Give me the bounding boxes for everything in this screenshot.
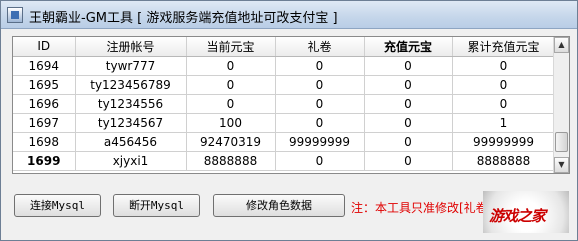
table-row[interactable]: 1698 a456456 92470319 99999999 0 9999999… [13,132,556,152]
cell-total-recharge[interactable]: 0 [452,56,556,76]
cell-recharge-yuanbao[interactable]: 0 [364,113,453,133]
app-icon [7,7,23,23]
window-title: 王朝霸业-GM工具 [ 游戏服务端充值地址可改支付宝 ] [29,11,338,26]
column-header-recharge-yuanbao[interactable]: 充值元宝 [364,37,453,57]
cell-total-recharge[interactable]: 8888888 [452,151,556,171]
cell-current-yuanbao[interactable]: 0 [186,94,276,114]
cell-current-yuanbao[interactable]: 100 [186,113,276,133]
cell-recharge-yuanbao[interactable]: 0 [364,56,453,76]
cell-gift-voucher[interactable]: 0 [275,75,365,95]
table-row[interactable]: 1696 ty1234556 0 0 0 0 [13,94,556,114]
column-header-total-recharge[interactable]: 累计充值元宝 [452,37,556,57]
cell-account[interactable]: ty1234567 [75,113,187,133]
cell-id[interactable]: 1699 [13,151,76,171]
cell-total-recharge[interactable]: 1 [452,113,556,133]
cell-gift-voucher[interactable]: 0 [275,113,365,133]
cell-gift-voucher[interactable]: 99999999 [275,132,365,152]
cell-id[interactable]: 1697 [13,113,76,133]
watermark-logo-text: 游戏之家 [489,207,546,225]
cell-id[interactable]: 1698 [13,132,76,152]
cell-gift-voucher[interactable]: 0 [275,56,365,76]
column-header-current-yuanbao[interactable]: 当前元宝 [186,37,276,57]
scroll-up-arrow-icon[interactable]: ▲ [554,37,569,53]
player-data-grid[interactable]: ID 注册帐号 当前元宝 礼卷 充值元宝 累计充值元宝 1694 tywr777… [12,36,570,174]
table-header-row: ID 注册帐号 当前元宝 礼卷 充值元宝 累计充值元宝 [13,37,556,57]
cell-recharge-yuanbao[interactable]: 0 [364,151,453,171]
cell-total-recharge[interactable]: 99999999 [452,132,556,152]
modify-character-data-button[interactable]: 修改角色数据 [213,194,345,217]
cell-current-yuanbao[interactable]: 8888888 [186,151,276,171]
cell-total-recharge[interactable]: 0 [452,75,556,95]
table-row[interactable]: 1694 tywr777 0 0 0 0 [13,56,556,76]
cell-account[interactable]: a456456 [75,132,187,152]
player-table: ID 注册帐号 当前元宝 礼卷 充值元宝 累计充值元宝 1694 tywr777… [13,37,556,171]
notice-text: 注：本工具只准修改[礼卷 [351,201,488,215]
table-row[interactable]: 1697 ty1234567 100 0 0 1 [13,113,556,133]
column-header-account[interactable]: 注册帐号 [75,37,187,57]
cell-current-yuanbao[interactable]: 0 [186,56,276,76]
cell-id[interactable]: 1695 [13,75,76,95]
table-row[interactable]: 1695 ty123456789 0 0 0 0 [13,75,556,95]
cell-account[interactable]: xjyxi1 [75,151,187,171]
cell-account[interactable]: tywr777 [75,56,187,76]
cell-recharge-yuanbao[interactable]: 0 [364,94,453,114]
cell-account[interactable]: ty1234556 [75,94,187,114]
gm-tool-window: 王朝霸业-GM工具 [ 游戏服务端充值地址可改支付宝 ] ID 注册帐号 当前元… [0,0,578,241]
table-row[interactable]: 1699 xjyxi1 8888888 0 0 8888888 [13,151,556,171]
cell-recharge-yuanbao[interactable]: 0 [364,75,453,95]
cell-current-yuanbao[interactable]: 92470319 [186,132,276,152]
disconnect-mysql-button[interactable]: 断开Mysql [113,194,200,217]
cell-gift-voucher[interactable]: 0 [275,94,365,114]
vertical-scrollbar[interactable]: ▲ ▼ [553,37,569,173]
title-bar[interactable]: 王朝霸业-GM工具 [ 游戏服务端充值地址可改支付宝 ] [1,1,577,29]
column-header-gift-voucher[interactable]: 礼卷 [275,37,365,57]
cell-gift-voucher[interactable]: 0 [275,151,365,171]
cell-id[interactable]: 1694 [13,56,76,76]
cell-current-yuanbao[interactable]: 0 [186,75,276,95]
column-header-id[interactable]: ID [13,37,76,57]
scroll-thumb[interactable] [555,132,568,152]
cell-account[interactable]: ty123456789 [75,75,187,95]
cell-total-recharge[interactable]: 0 [452,94,556,114]
cell-id[interactable]: 1696 [13,94,76,114]
scroll-down-arrow-icon[interactable]: ▼ [554,157,569,173]
cell-recharge-yuanbao[interactable]: 0 [364,132,453,152]
connect-mysql-button[interactable]: 连接Mysql [14,194,101,217]
